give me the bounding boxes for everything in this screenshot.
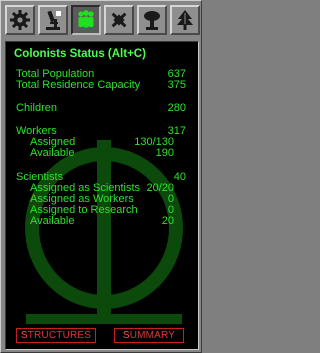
tab-labs[interactable] (38, 5, 68, 35)
scientists-available-value: 20 (161, 215, 174, 227)
tab-colonists[interactable] (71, 5, 101, 35)
children-label: Children (16, 102, 57, 114)
workers-available-value: 190 (155, 147, 174, 159)
workers-available-label: Available (30, 147, 75, 159)
tab-satellites[interactable] (104, 5, 134, 35)
microscope-icon (46, 10, 61, 30)
colonist-icon (78, 10, 94, 28)
tab-agriculture[interactable] (170, 5, 200, 35)
summary-label: UMMARY (129, 330, 176, 341)
scientists-available-label: Available (30, 215, 75, 227)
children-value: 280 (167, 102, 186, 114)
scientists-value: 40 (173, 171, 186, 183)
gear-icon (10, 10, 30, 30)
panel-title: Colonists Status (Alt+C) (14, 48, 146, 60)
structures-button[interactable]: STRUCTURES (16, 328, 96, 343)
colony-emblem-icon (25, 140, 183, 324)
tab-settings[interactable] (5, 5, 35, 35)
mushroom-cloud-icon (144, 11, 160, 30)
tree-icon (177, 10, 193, 30)
colonists-status-panel: Colonists Status (Alt+C) Total Populatio… (5, 41, 199, 350)
total-residence-value: 375 (167, 79, 186, 91)
tab-bar (5, 5, 200, 37)
satellite-icon (111, 12, 127, 28)
structures-hotkey: S (20, 330, 28, 341)
tab-mining[interactable] (137, 5, 167, 35)
summary-button[interactable]: SUMMARY (114, 328, 184, 343)
structures-label: TRUCTURES (27, 330, 92, 341)
colony-window: Colonists Status (Alt+C) Total Populatio… (0, 0, 202, 353)
summary-hotkey: S (122, 330, 130, 341)
total-residence-label: Total Residence Capacity (16, 79, 141, 91)
